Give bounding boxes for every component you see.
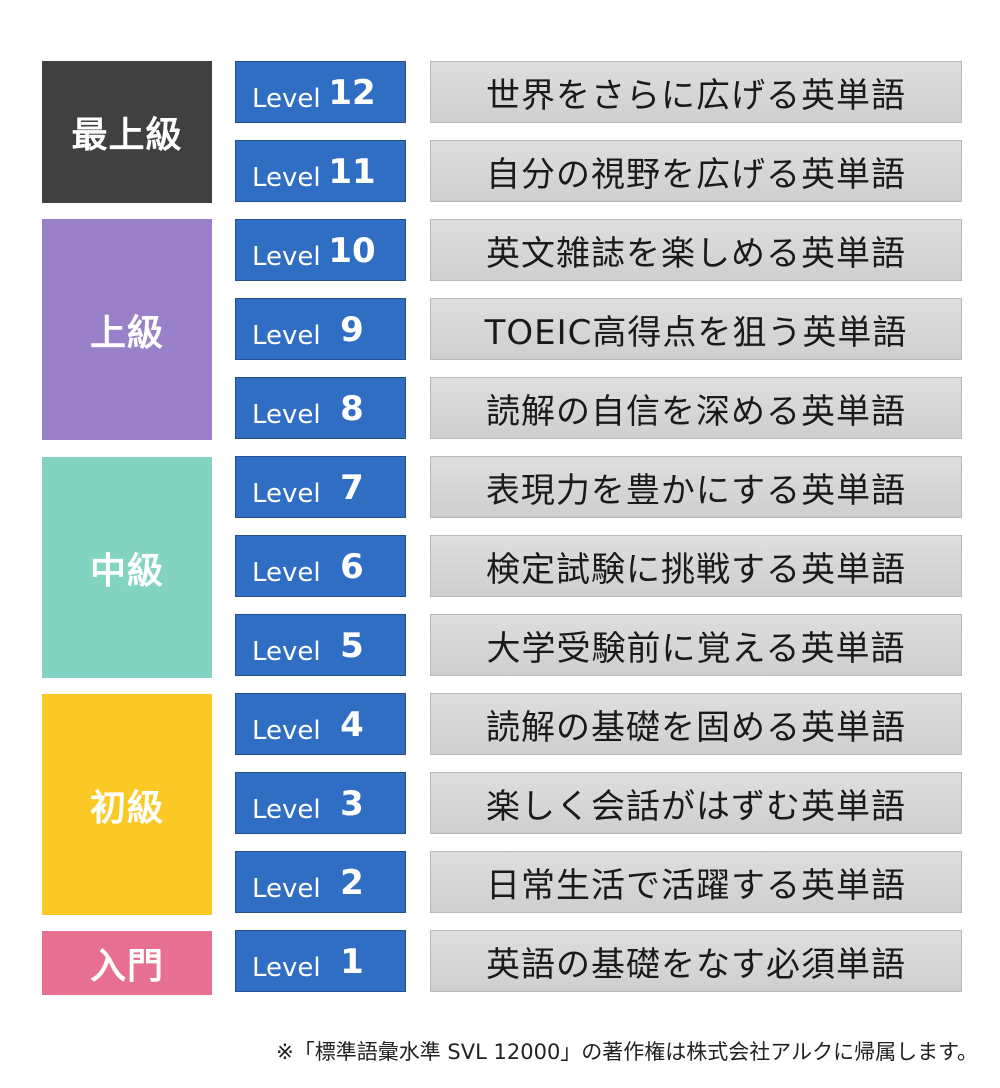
level-word: Level	[252, 716, 321, 746]
level-word: Level	[252, 558, 321, 588]
group-saijokyu: 最上級	[42, 61, 212, 203]
level-number: 2	[340, 863, 364, 903]
level-word: Level	[252, 84, 321, 114]
desc-level-2: 日常生活で活躍する英単語	[430, 851, 962, 913]
level-box-8: Level 8	[235, 377, 406, 439]
level-number: 12	[328, 73, 376, 113]
level-word: Level	[252, 321, 321, 351]
desc-level-7: 表現力を豊かにする英単語	[430, 456, 962, 518]
level-word: Level	[252, 637, 321, 667]
level-box-9: Level 9	[235, 298, 406, 360]
level-box-10: Level 10	[235, 219, 406, 281]
level-box-12: Level 12	[235, 61, 406, 123]
level-word: Level	[252, 163, 321, 193]
level-number: 4	[340, 705, 364, 745]
desc-level-3: 楽しく会話がはずむ英単語	[430, 772, 962, 834]
level-number: 9	[340, 310, 364, 350]
desc-level-1: 英語の基礎をなす必須単語	[430, 930, 962, 992]
level-box-6: Level 6	[235, 535, 406, 597]
copyright-footnote: ※「標準語彙水準 SVL 12000」の著作権は株式会社アルクに帰属します。	[276, 1040, 978, 1064]
level-number: 7	[340, 468, 364, 508]
level-box-5: Level 5	[235, 614, 406, 676]
group-nyumon: 入門	[42, 931, 212, 995]
level-number: 1	[340, 942, 364, 982]
level-word: Level	[252, 953, 321, 983]
level-word: Level	[252, 400, 321, 430]
level-number: 8	[340, 389, 364, 429]
desc-level-6: 検定試験に挑戦する英単語	[430, 535, 962, 597]
level-box-7: Level 7	[235, 456, 406, 518]
group-shokyu: 初級	[42, 694, 212, 915]
level-box-11: Level 11	[235, 140, 406, 202]
level-box-3: Level 3	[235, 772, 406, 834]
group-chukyu: 中級	[42, 457, 212, 678]
level-box-2: Level 2	[235, 851, 406, 913]
level-box-1: Level 1	[235, 930, 406, 992]
desc-level-5: 大学受験前に覚える英単語	[430, 614, 962, 676]
level-word: Level	[252, 479, 321, 509]
level-number: 5	[340, 626, 364, 666]
desc-level-4: 読解の基礎を固める英単語	[430, 693, 962, 755]
desc-level-10: 英文雑誌を楽しめる英単語	[430, 219, 962, 281]
desc-level-11: 自分の視野を広げる英単語	[430, 140, 962, 202]
level-number: 3	[340, 784, 364, 824]
level-word: Level	[252, 874, 321, 904]
level-number: 6	[340, 547, 364, 587]
group-jokyu: 上級	[42, 219, 212, 440]
desc-level-9: TOEIC高得点を狙う英単語	[430, 298, 962, 360]
level-word: Level	[252, 242, 321, 272]
level-word: Level	[252, 795, 321, 825]
level-number: 11	[328, 152, 376, 192]
desc-level-8: 読解の自信を深める英単語	[430, 377, 962, 439]
level-box-4: Level 4	[235, 693, 406, 755]
level-number: 10	[328, 231, 376, 271]
desc-level-12: 世界をさらに広げる英単語	[430, 61, 962, 123]
